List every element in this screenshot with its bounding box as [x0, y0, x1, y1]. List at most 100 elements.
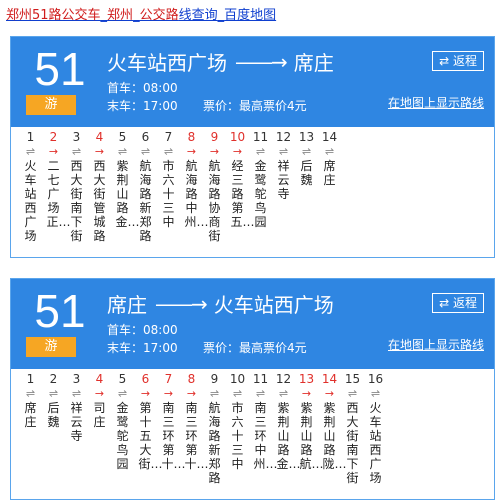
title-route: 郑州51路公交车: [6, 8, 101, 23]
one-way-arrow-icon: →: [186, 145, 197, 158]
two-way-arrow-icon: ⇌: [48, 387, 59, 400]
stop-item[interactable]: 2 ⇌ 后魏: [42, 369, 65, 499]
reverse-button[interactable]: ⇄ 返程: [432, 51, 484, 71]
stop-item[interactable]: 16 ⇌ 火车站西广场: [364, 369, 387, 499]
stop-name: 席庄: [323, 159, 336, 187]
stop-name: 席庄: [24, 401, 37, 429]
show-map-link[interactable]: 在地图上显示路线: [388, 336, 484, 353]
stop-name: 祥云寺: [70, 401, 83, 443]
stop-name: 西大街管城路: [93, 159, 106, 243]
one-way-arrow-icon: →: [163, 387, 174, 400]
stop-number: 5: [118, 130, 127, 144]
stop-item[interactable]: 7 ⇌ 市六十三中: [157, 127, 180, 257]
stop-item[interactable]: 14 ⇌ 席庄: [318, 127, 341, 257]
stop-item[interactable]: 1 ⇌ 席庄: [19, 369, 42, 499]
stop-number: 5: [118, 372, 127, 386]
stop-item[interactable]: 6 ⇌ 航海路新郑路: [134, 127, 157, 257]
stop-name: 市六十三中: [162, 159, 175, 229]
first-bus-time: 首车：08:00: [107, 81, 178, 95]
stop-item[interactable]: 9 ⇌ 航海路新郑路: [203, 369, 226, 499]
stop-name: 航海路新郑路: [208, 401, 221, 485]
first-bus-time: 首车：08:00: [107, 323, 178, 337]
stop-number: 7: [164, 130, 173, 144]
route-from: 火车站西广场: [107, 51, 227, 75]
route-number: 51: [34, 285, 86, 337]
stop-number: 10: [229, 372, 246, 386]
stop-item[interactable]: 7 → 南三环第十…: [157, 369, 186, 499]
stop-item[interactable]: 12 ⇌ 紫荆山路金…: [272, 369, 301, 499]
stop-item[interactable]: 2 → 二七广场正…: [42, 127, 71, 257]
route-direction: 火车站西广场 ——→ 席庄: [107, 47, 334, 76]
stop-item[interactable]: 5 ⇌ 金鹭鸵鸟园: [111, 369, 134, 499]
stop-number: 13: [298, 130, 315, 144]
two-way-arrow-icon: ⇌: [255, 145, 266, 158]
stop-number: 3: [72, 130, 81, 144]
two-way-arrow-icon: ⇌: [209, 387, 220, 400]
stop-item[interactable]: 9 → 航海路协商街: [203, 127, 226, 257]
two-way-arrow-icon: ⇌: [301, 145, 312, 158]
stop-item[interactable]: 13 → 紫荆山路航…: [295, 369, 324, 499]
stop-item[interactable]: 10 ⇌ 市六十三中: [226, 369, 249, 499]
page-title-link[interactable]: 郑州51路公交车_郑州_公交路线查询_百度地图: [6, 4, 276, 23]
stop-number: 13: [298, 372, 315, 386]
two-way-arrow-icon: ⇌: [232, 387, 243, 400]
stop-item[interactable]: 4 → 西大街管城路: [88, 127, 111, 257]
fare-info: 票价：最高票价4元: [203, 99, 307, 113]
reverse-button[interactable]: ⇄ 返程: [432, 293, 484, 313]
direction-arrow: ——→: [235, 49, 288, 74]
stop-item[interactable]: 3 ⇌ 西大街南下街: [65, 127, 88, 257]
route-header: 51 游 席庄 ——→ 火车站西广场 首车：08:00 末车：17:00 票价：…: [11, 279, 494, 369]
route-from: 席庄: [107, 293, 147, 317]
stop-name: 经三路第五…: [230, 159, 255, 229]
stop-name: 南三环第十…: [161, 401, 186, 471]
stop-item[interactable]: 8 → 南三环第十…: [180, 369, 209, 499]
stop-item[interactable]: 3 ⇌ 祥云寺: [65, 369, 88, 499]
two-way-arrow-icon: ⇌: [255, 387, 266, 400]
stop-name: 祥云寺: [277, 159, 290, 201]
one-way-arrow-icon: →: [94, 387, 105, 400]
route-to: 席庄: [293, 51, 334, 75]
stop-name: 南三环中州…: [253, 401, 278, 471]
route-card-outbound: 51 游 火车站西广场 ——→ 席庄 首车：08:00 末车：17:00 票价：…: [10, 36, 495, 258]
two-way-arrow-icon: ⇌: [324, 145, 335, 158]
one-way-arrow-icon: →: [140, 387, 151, 400]
route-card-return: 51 游 席庄 ——→ 火车站西广场 首车：08:00 末车：17:00 票价：…: [10, 278, 495, 500]
stop-item[interactable]: 10 → 经三路第五…: [226, 127, 255, 257]
route-header: 51 游 火车站西广场 ——→ 席庄 首车：08:00 末车：17:00 票价：…: [11, 37, 494, 127]
stop-item[interactable]: 5 ⇌ 紫荆山路金…: [111, 127, 140, 257]
stop-name: 二七广场正…: [46, 159, 71, 229]
stop-name: 航海路新郑路: [139, 159, 152, 243]
last-bus-time: 末车：17:00: [107, 99, 178, 113]
one-way-arrow-icon: →: [186, 387, 197, 400]
title-query: 线查询: [178, 8, 218, 23]
stop-item[interactable]: 14 → 紫荆山路陇…: [318, 369, 347, 499]
stop-number: 1: [26, 372, 35, 386]
stop-item[interactable]: 4 → 司庄: [88, 369, 111, 499]
stop-item[interactable]: 11 ⇌ 南三环中州…: [249, 369, 278, 499]
show-map-link[interactable]: 在地图上显示路线: [388, 94, 484, 111]
stop-number: 2: [49, 372, 58, 386]
direction-arrow: ——→: [155, 291, 208, 316]
stop-item[interactable]: 11 ⇌ 金鹭鸵鸟园: [249, 127, 272, 257]
stop-number: 6: [141, 130, 150, 144]
route-tag: 游: [26, 95, 76, 115]
stop-name: 金鹭鸵鸟园: [116, 401, 129, 471]
stop-item[interactable]: 6 → 第十五大街…: [134, 369, 163, 499]
stop-item[interactable]: 12 ⇌ 祥云寺: [272, 127, 295, 257]
title-bus-route: 公交路: [139, 8, 179, 23]
stop-name: 紫荆山路航…: [299, 401, 324, 471]
two-way-arrow-icon: ⇌: [25, 387, 36, 400]
stop-number: 6: [141, 372, 150, 386]
stop-item[interactable]: 15 ⇌ 西大街南下街: [341, 369, 364, 499]
stop-item[interactable]: 8 → 航海路中州…: [180, 127, 209, 257]
two-way-arrow-icon: ⇌: [117, 387, 128, 400]
stop-name: 市六十三中: [231, 401, 244, 471]
stop-number: 9: [210, 372, 219, 386]
stop-name: 司庄: [93, 401, 106, 429]
stop-list: 1 ⇌ 席庄 2 ⇌ 后魏 3 ⇌ 祥云寺 4 → 司庄 5 ⇌ 金鹭鸵鸟园 6 → 第十五大街… 7 → 南三环第十……: [11, 369, 494, 499]
stop-item[interactable]: 1 ⇌ 火车站西广场: [19, 127, 42, 257]
stop-item[interactable]: 13 ⇌ 后魏: [295, 127, 318, 257]
stop-number: 11: [252, 130, 269, 144]
stop-name: 紫荆山路金…: [115, 159, 140, 229]
stop-number: 3: [72, 372, 81, 386]
